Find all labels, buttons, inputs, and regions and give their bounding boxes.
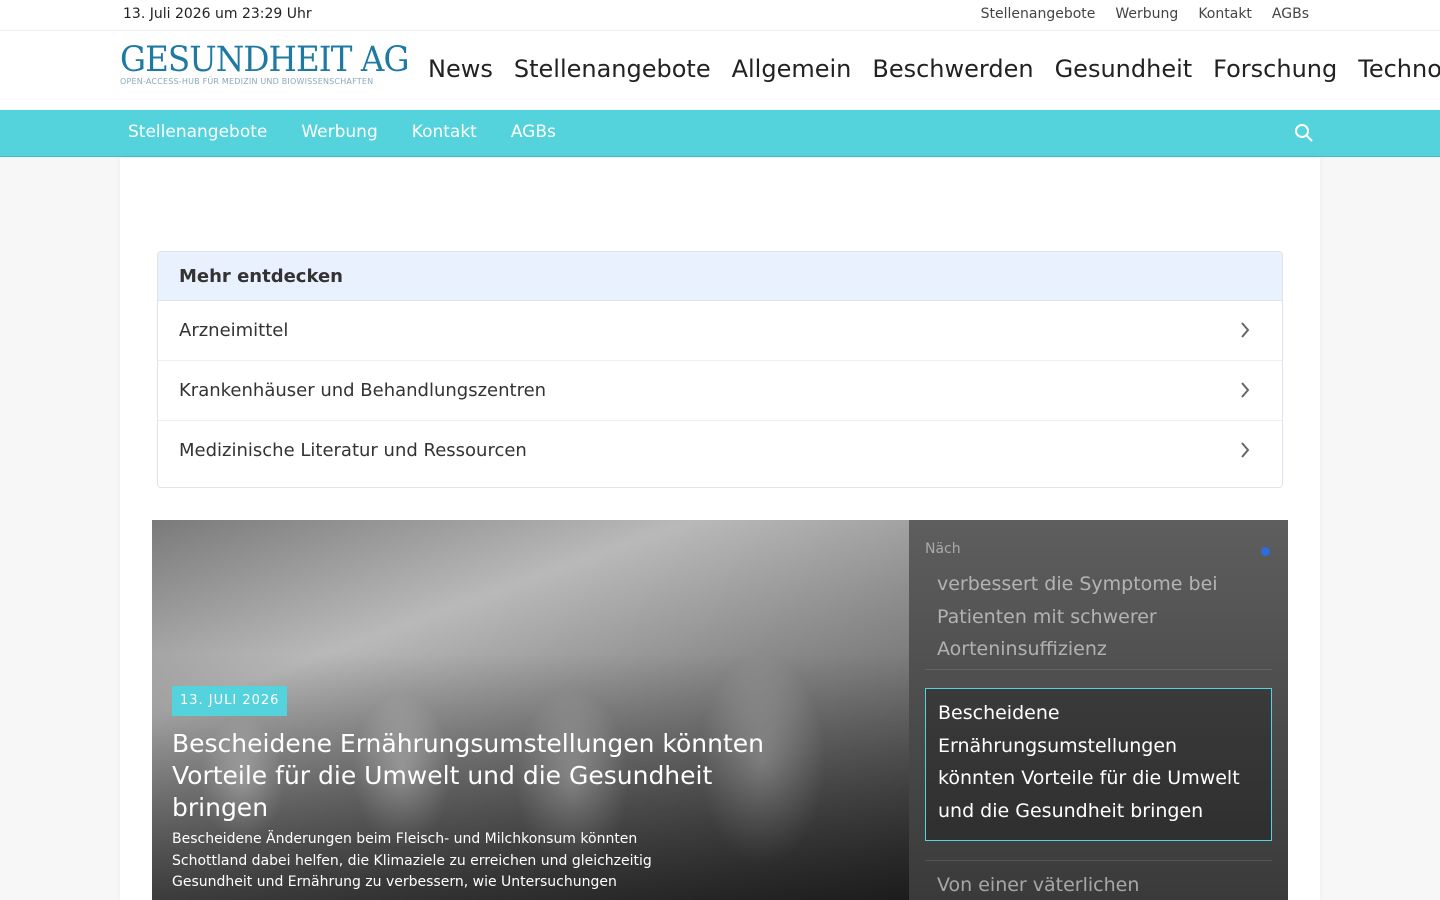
discover-heading: Mehr entdecken <box>158 252 1282 301</box>
discover-item-krankenhaeuser[interactable]: Krankenhäuser und Behandlungszentren <box>158 361 1282 421</box>
featured-image[interactable]: 13. JULI 2026 Bescheidene Ernährungsumst… <box>152 520 909 900</box>
discover-item-arzneimittel[interactable]: Arzneimittel <box>158 301 1282 361</box>
top-bar: 13. Juli 2026 um 23:29 Uhr Stellenangebo… <box>0 0 1440 31</box>
top-link-agbs[interactable]: AGBs <box>1272 6 1309 22</box>
featured-excerpt: Bescheidene Änderungen beim Fleisch- und… <box>172 831 652 890</box>
slide-item-previous[interactable]: verbessert die Symptome bei Patienten mi… <box>925 560 1272 670</box>
featured-slider: 13. JULI 2026 Bescheidene Ernährungsumst… <box>152 520 1288 900</box>
nav-gesundheit[interactable]: Gesundheit <box>1055 55 1193 83</box>
next-label: Näch <box>925 541 961 557</box>
slide-item-active[interactable]: Bescheidene Ernährungsumstellungen könnt… <box>925 688 1272 841</box>
site-logo[interactable]: GESUNDHEIT AG OPEN-ACCESS-HUB FÜR MEDIZI… <box>120 41 420 86</box>
top-link-kontakt[interactable]: Kontakt <box>1198 6 1252 22</box>
top-link-stellenangebote[interactable]: Stellenangebote <box>981 6 1096 22</box>
discover-item-literatur[interactable]: Medizinische Literatur und Ressourcen <box>158 421 1282 481</box>
subnav-werbung[interactable]: Werbung <box>301 122 377 142</box>
nav-forschung[interactable]: Forschung <box>1213 55 1337 83</box>
subnav-stellenangebote[interactable]: Stellenangebote <box>128 122 267 142</box>
discover-item-label: Krankenhäuser und Behandlungszentren <box>179 380 547 401</box>
current-date: 13. Juli 2026 um 23:29 Uhr <box>123 6 312 22</box>
site-header: GESUNDHEIT AG OPEN-ACCESS-HUB FÜR MEDIZI… <box>0 31 1440 110</box>
chevron-right-icon <box>1241 382 1250 398</box>
top-link-werbung[interactable]: Werbung <box>1115 6 1178 22</box>
chevron-right-icon <box>1241 322 1250 338</box>
main-nav: News Stellenangebote Allgemein Beschwerd… <box>428 55 1440 83</box>
discover-box: Mehr entdecken Arzneimittel Krankenhäuse… <box>157 251 1283 488</box>
nav-beschwerden[interactable]: Beschwerden <box>872 55 1033 83</box>
subnav-agbs[interactable]: AGBs <box>511 122 556 142</box>
logo-name: GESUNDHEIT AG <box>120 40 409 80</box>
date-badge: 13. JULI 2026 <box>172 686 288 716</box>
search-icon[interactable] <box>1294 123 1314 143</box>
slider-indicator-dot[interactable] <box>1261 547 1270 556</box>
secondary-nav: Stellenangebote Werbung Kontakt AGBs <box>0 110 1440 157</box>
main-content: Mehr entdecken Arzneimittel Krankenhäuse… <box>120 158 1320 900</box>
discover-item-label: Arzneimittel <box>179 320 289 341</box>
featured-title[interactable]: Bescheidene Ernährungsumstellungen könnt… <box>172 728 812 824</box>
nav-allgemein[interactable]: Allgemein <box>732 55 852 83</box>
slide-item-next[interactable]: Von einer väterlichen <box>925 860 1272 900</box>
nav-stellenangebote[interactable]: Stellenangebote <box>514 55 711 83</box>
discover-item-label: Medizinische Literatur und Ressourcen <box>179 440 527 461</box>
chevron-right-icon <box>1241 442 1250 458</box>
top-links: Stellenangebote Werbung Kontakt AGBs <box>981 6 1309 22</box>
slider-sidebar: Näch verbessert die Symptome bei Patient… <box>909 520 1288 900</box>
secondary-nav-items: Stellenangebote Werbung Kontakt AGBs <box>128 122 556 142</box>
nav-technologie[interactable]: Techno <box>1358 55 1440 83</box>
subnav-kontakt[interactable]: Kontakt <box>412 122 477 142</box>
nav-news[interactable]: News <box>428 55 493 83</box>
